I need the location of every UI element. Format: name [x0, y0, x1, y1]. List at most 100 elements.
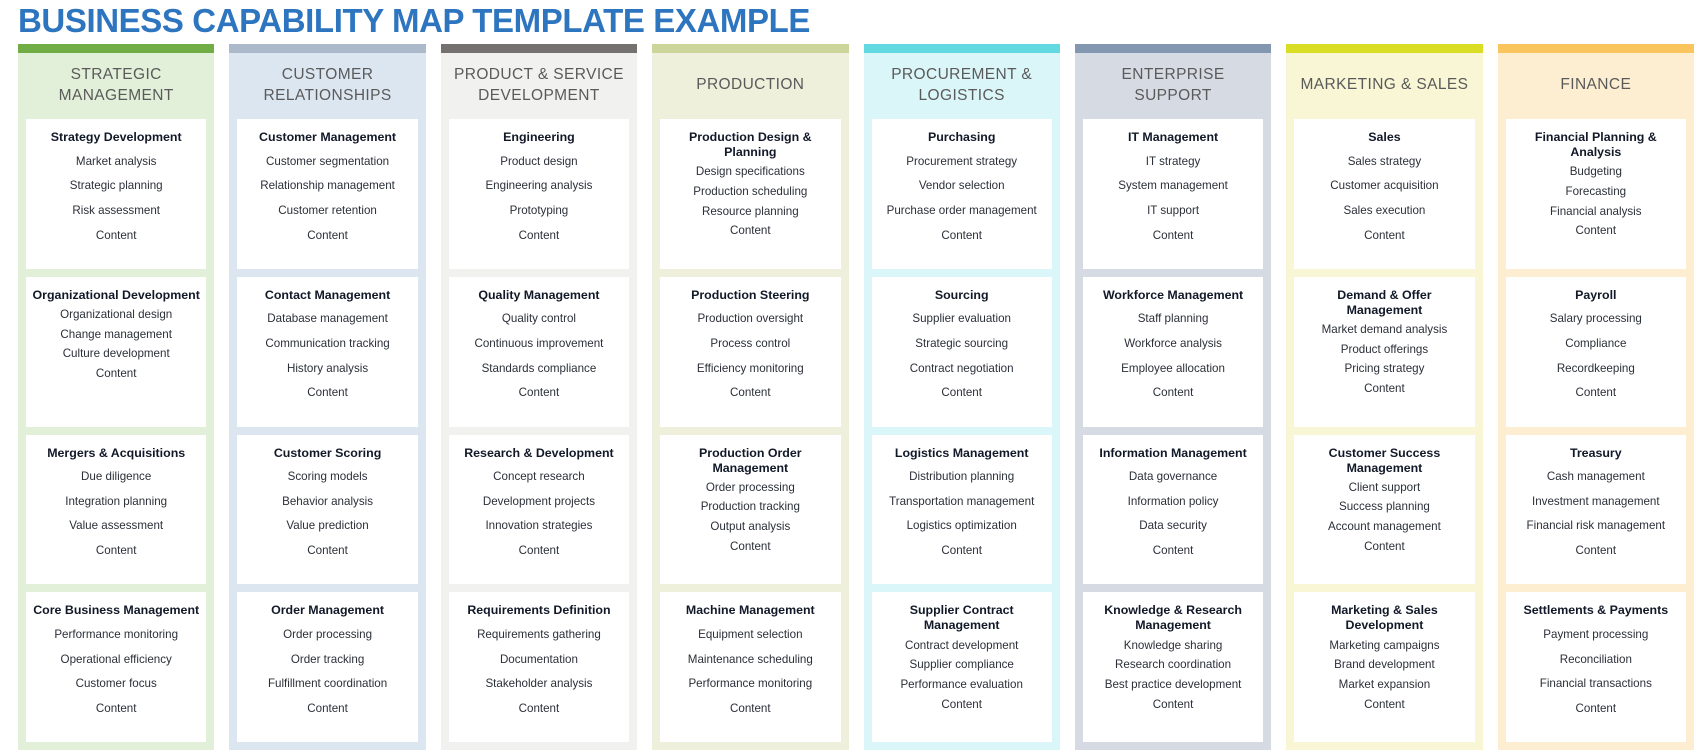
capability-item[interactable]: Content: [1512, 381, 1680, 406]
capability-item[interactable]: Content: [455, 539, 623, 564]
capability-item[interactable]: Supplier compliance: [878, 655, 1046, 675]
capability-card[interactable]: Demand & Offer Management Market demand a…: [1294, 276, 1475, 427]
capability-item[interactable]: Quality control: [455, 307, 623, 332]
capability-item[interactable]: Pricing strategy: [1300, 359, 1468, 379]
capability-item[interactable]: Process control: [666, 332, 834, 357]
capability-item[interactable]: Contract development: [878, 636, 1046, 656]
capability-item[interactable]: Documentation: [455, 647, 623, 672]
capability-item[interactable]: IT support: [1089, 198, 1257, 223]
capability-item[interactable]: Success planning: [1300, 497, 1468, 517]
capability-card[interactable]: Financial Planning & Analysis Budgeting Fo…: [1505, 119, 1686, 269]
capability-item[interactable]: Content: [666, 696, 834, 721]
capability-card[interactable]: Core Business Management Performance moni…: [26, 592, 207, 742]
capability-card[interactable]: Production Steering Production oversight P…: [660, 276, 841, 427]
capability-item[interactable]: Design specifications: [666, 162, 834, 182]
capability-card[interactable]: Customer Management Customer segmentation…: [237, 119, 418, 269]
capability-item[interactable]: Brand development: [1300, 655, 1468, 675]
capability-card[interactable]: Customer Scoring Scoring models Behavior a…: [237, 434, 418, 585]
capability-item[interactable]: Standards compliance: [455, 356, 623, 381]
capability-item[interactable]: Cash management: [1512, 465, 1680, 490]
capability-card[interactable]: Workforce Management Staff planning Workfo…: [1082, 276, 1264, 427]
capability-card[interactable]: Production Order Management Order process…: [660, 434, 841, 585]
capability-card[interactable]: Mergers & Acquisitions Due diligence Integ…: [26, 434, 207, 585]
capability-item[interactable]: Content: [878, 381, 1046, 406]
capability-item[interactable]: Prototyping: [455, 198, 623, 223]
capability-item[interactable]: Content: [1300, 695, 1468, 715]
capability-item[interactable]: Change management: [32, 325, 200, 345]
capability-item[interactable]: Content: [666, 381, 834, 406]
capability-item[interactable]: Market demand analysis: [1300, 320, 1468, 340]
capability-item[interactable]: Order processing: [666, 478, 834, 498]
capability-item[interactable]: Communication tracking: [243, 332, 411, 357]
capability-item[interactable]: Best practice development: [1089, 675, 1257, 695]
capability-item[interactable]: History analysis: [243, 356, 411, 381]
capability-item[interactable]: Maintenance scheduling: [666, 647, 834, 672]
capability-item[interactable]: Content: [455, 696, 623, 721]
capability-item[interactable]: Development projects: [455, 489, 623, 514]
capability-item[interactable]: Resource planning: [666, 202, 834, 222]
capability-item[interactable]: Contract negotiation: [878, 356, 1046, 381]
capability-item[interactable]: Content: [455, 223, 623, 248]
capability-item[interactable]: Content: [32, 223, 200, 248]
capability-item[interactable]: Financial analysis: [1512, 202, 1680, 222]
capability-card[interactable]: Quality Management Quality control Continu…: [448, 276, 630, 427]
capability-item[interactable]: Production tracking: [666, 497, 834, 517]
capability-item[interactable]: Efficiency monitoring: [666, 356, 834, 381]
capability-item[interactable]: Content: [1089, 539, 1257, 564]
capability-card[interactable]: Supplier Contract Management Contract dev…: [871, 592, 1052, 742]
capability-item[interactable]: Content: [1300, 379, 1468, 399]
capability-item[interactable]: Output analysis: [666, 517, 834, 537]
capability-item[interactable]: Content: [243, 381, 411, 406]
capability-item[interactable]: Content: [666, 221, 834, 241]
capability-item[interactable]: Vendor selection: [878, 174, 1046, 199]
capability-item[interactable]: Organizational design: [32, 305, 200, 325]
capability-item[interactable]: Engineering analysis: [455, 174, 623, 199]
capability-item[interactable]: Risk assessment: [32, 198, 200, 223]
capability-item[interactable]: Data security: [1089, 514, 1257, 539]
capability-item[interactable]: Information policy: [1089, 489, 1257, 514]
capability-item[interactable]: Strategic planning: [32, 174, 200, 199]
capability-item[interactable]: Customer focus: [32, 672, 200, 697]
capability-item[interactable]: Concept research: [455, 465, 623, 490]
capability-item[interactable]: Content: [1512, 221, 1680, 241]
capability-item[interactable]: Staff planning: [1089, 307, 1257, 332]
capability-item[interactable]: Content: [243, 696, 411, 721]
capability-item[interactable]: Content: [1300, 223, 1468, 248]
capability-item[interactable]: Customer acquisition: [1300, 174, 1468, 199]
capability-item[interactable]: Fulfillment coordination: [243, 672, 411, 697]
capability-item[interactable]: Operational efficiency: [32, 647, 200, 672]
capability-card[interactable]: Production Design & Planning Design speci…: [660, 119, 841, 269]
capability-item[interactable]: Content: [32, 696, 200, 721]
capability-item[interactable]: Content: [32, 539, 200, 564]
capability-item[interactable]: Financial risk management: [1512, 514, 1680, 539]
capability-item[interactable]: Content: [878, 539, 1046, 564]
capability-item[interactable]: Content: [878, 695, 1046, 715]
capability-card[interactable]: Sourcing Supplier evaluation Strategic sou…: [871, 276, 1052, 427]
capability-item[interactable]: Value prediction: [243, 514, 411, 539]
capability-item[interactable]: Production oversight: [666, 307, 834, 332]
capability-card[interactable]: Machine Management Equipment selection Mai…: [660, 592, 841, 742]
capability-item[interactable]: Requirements gathering: [455, 622, 623, 647]
capability-item[interactable]: Marketing campaigns: [1300, 636, 1468, 656]
capability-item[interactable]: Database management: [243, 307, 411, 332]
capability-item[interactable]: Continuous improvement: [455, 332, 623, 357]
capability-card[interactable]: Engineering Product design Engineering ana…: [448, 119, 630, 269]
capability-item[interactable]: Content: [878, 223, 1046, 248]
capability-item[interactable]: Sales strategy: [1300, 149, 1468, 174]
capability-item[interactable]: Strategic sourcing: [878, 332, 1046, 357]
capability-item[interactable]: Market analysis: [32, 149, 200, 174]
capability-item[interactable]: Due diligence: [32, 465, 200, 490]
capability-item[interactable]: Performance monitoring: [666, 672, 834, 697]
capability-card[interactable]: Order Management Order processing Order tr…: [237, 592, 418, 742]
capability-card[interactable]: Knowledge & Research Management Knowledge…: [1082, 592, 1264, 742]
capability-item[interactable]: Product offerings: [1300, 340, 1468, 360]
capability-item[interactable]: Content: [243, 223, 411, 248]
capability-item[interactable]: Purchase order management: [878, 198, 1046, 223]
capability-card[interactable]: Treasury Cash management Investment manage…: [1505, 434, 1686, 585]
capability-item[interactable]: Content: [243, 539, 411, 564]
capability-card[interactable]: Strategy Development Market analysis Strat…: [26, 119, 207, 269]
capability-card[interactable]: Organizational Development Organizational…: [26, 276, 207, 427]
capability-item[interactable]: Content: [1300, 537, 1468, 557]
capability-item[interactable]: Salary processing: [1512, 307, 1680, 332]
capability-item[interactable]: Payment processing: [1512, 622, 1680, 647]
